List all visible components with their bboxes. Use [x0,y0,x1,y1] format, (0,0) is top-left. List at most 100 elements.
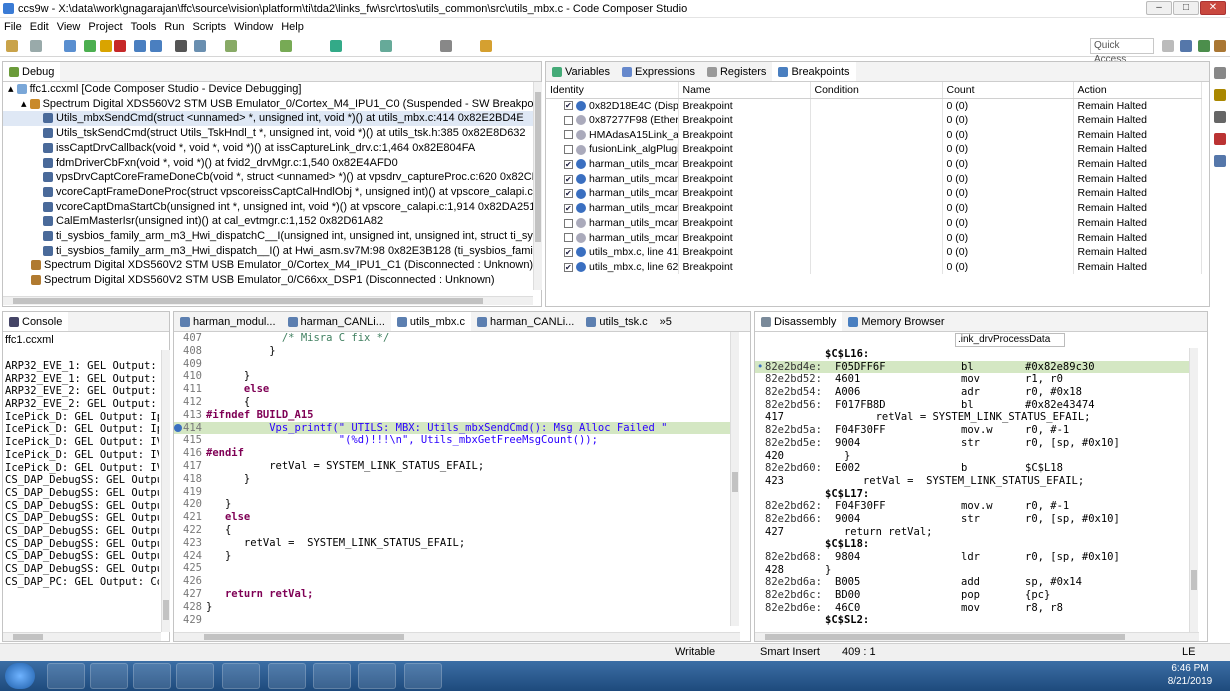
disasm-source-line[interactable]: 417 retVal = SYSTEM_LINK_STATUS_EFAIL; [755,411,1189,424]
breakpoint-row[interactable]: harman_utils_mcan_pBreakpoint 0 (0)Remain… [546,215,1202,231]
tree-other-core[interactable]: Spectrum Digital XDS560V2 STM USB Emulat… [3,273,533,288]
disassembly-listing[interactable]: $C$L16: 82e2bd4e: F05DFF6F bl #0x82e89c30 • 82… [755,348,1189,626]
close-button[interactable]: ✕ [1200,1,1226,15]
code-line[interactable]: 410 } [174,370,730,383]
disasm-label[interactable]: $C$L16: [755,348,1189,361]
stack-frame[interactable]: ti_sysbios_family_arm_m3_Hwi_dispatchC__… [3,229,533,244]
stack-frame[interactable]: CalEmMasterIsr(unsigned int)() at cal_ev… [3,214,533,229]
code-line[interactable]: 413 #ifndef BUILD_A15 [174,409,730,422]
disasm-instruction[interactable]: 82e2bd62: F04F30FF mov.w r0, #-1 [755,500,1189,513]
code-line[interactable]: 407 /* Misra C fix */ [174,332,730,345]
breakpoint-enable-checkbox[interactable] [564,233,573,243]
code-line[interactable]: 412 { [174,396,730,409]
stack-frame[interactable]: vcoreCaptFrameDoneProc(struct vpscoreiss… [3,185,533,200]
tab-overflow[interactable]: »5 [654,312,678,331]
network-tool-icon[interactable] [358,663,396,689]
stack-frame[interactable]: Utils_mbxSendCmd(struct <unnamed> *, uns… [3,111,533,127]
editor-scrollbar-h[interactable] [174,632,740,641]
breakpoint-enable-checkbox[interactable] [564,246,573,260]
disasm-source-line[interactable]: 423 retVal = SYSTEM_LINK_STATUS_EFAIL; [755,475,1189,488]
code-line[interactable]: 423 retVal = SYSTEM_LINK_STATUS_EFAIL; [174,537,730,550]
trim-icon[interactable] [1214,67,1226,79]
stack-frame[interactable]: Utils_tskSendCmd(struct Utils_TskHndl_t … [3,126,533,141]
build-icon[interactable] [280,40,292,52]
expand-icon[interactable]: ▴ [8,83,17,95]
disasm-instruction[interactable]: 82e2bd56: F017FB8D bl #0x82e43474 [755,399,1189,412]
tab-variables[interactable]: Variables [546,62,616,81]
ccs-edit-perspective-icon[interactable] [1180,40,1192,52]
search-icon[interactable] [440,40,452,52]
disasm-instruction[interactable]: 82e2bd52: 4601 mov r1, r0 [755,373,1189,386]
debug-scrollbar-v[interactable] [533,82,542,290]
explorer-icon[interactable] [176,663,214,689]
console-scrollbar-v[interactable] [161,350,170,632]
tree-root[interactable]: ▴ ffc1.ccxml [Code Composer Studio - Dev… [3,82,533,97]
disasm-label[interactable]: $C$L18: [755,538,1189,551]
new-icon[interactable] [6,40,18,52]
code-line[interactable]: 409 [174,358,730,371]
breakpoint-row[interactable]: fusionLink_algPlugin.Breakpoint 0 (0)Rema… [546,142,1202,157]
disasm-label[interactable]: $C$L17: [755,488,1189,501]
col-condition[interactable]: Condition [810,82,943,99]
maximize-button[interactable]: □ [1173,1,1199,15]
breakpoint-enable-checkbox[interactable] [564,261,573,274]
run-icon[interactable] [84,40,96,52]
quick-access-input[interactable]: Quick Access [1090,38,1154,65]
start-button-icon[interactable] [5,663,35,689]
pin-icon[interactable] [480,40,492,52]
tab-disassembly[interactable]: Disassembly [755,312,843,331]
debug-perspective-icon[interactable] [1198,40,1210,52]
breakpoint-row[interactable]: harman_utils_mcan_pBreakpoint 0 (0)Remain… [546,156,1202,172]
tab-utils-mbx[interactable]: utils_mbx.c [390,312,471,331]
tab-harman-modul[interactable]: harman_modul... [174,312,282,331]
tab-harman-canli-2[interactable]: harman_CANLi... [471,312,580,331]
breakpoint-row[interactable]: harman_utils_mcan_pBreakpoint 0 (0)Remain… [546,171,1202,187]
menu-scripts[interactable]: Scripts [192,21,226,33]
code-line[interactable]: 419 [174,486,730,499]
breakpoint-enable-checkbox[interactable] [564,187,573,201]
stack-frame[interactable]: ti_sysbios_family_arm_m3_Hwi_dispatch__I… [3,244,533,259]
menu-help[interactable]: Help [281,21,304,33]
code-line[interactable]: 421 else [174,511,730,524]
disasm-instruction[interactable]: 82e2bd6c: BD00 pop {pc} [755,589,1189,602]
code-line[interactable]: 414 Vps_printf(" UTILS: MBX: Utils_mbxSe… [174,421,730,435]
debug-scrollbar-h[interactable] [3,296,533,305]
memory-icon[interactable] [194,40,206,52]
trim-icon[interactable] [1214,89,1226,101]
disasm-instruction[interactable]: 82e2bd6a: B005 add sp, #0x14 [755,576,1189,589]
breakpoint-enable-checkbox[interactable] [564,130,573,140]
clock-time[interactable]: 6:46 PM [1160,663,1220,674]
resume-icon[interactable] [64,40,76,52]
disasm-instruction[interactable]: 82e2bd6e: 46C0 mov r8, r8 [755,602,1189,615]
menu-run[interactable]: Run [164,21,184,33]
code-line[interactable]: 420 } [174,498,730,511]
disasm-instruction[interactable]: 82e2bd60: E002 b $C$L18 [755,462,1189,475]
code-line[interactable]: 427 return retVal; [174,588,730,601]
breakpoint-enable-checkbox[interactable] [564,173,573,186]
code-line[interactable]: 416 #endif [174,447,730,460]
flash-icon[interactable] [330,40,342,52]
breakpoint-enable-checkbox[interactable] [564,145,573,155]
other-perspective-icon[interactable] [1214,40,1226,52]
editor-scrollbar-v[interactable] [730,332,739,626]
terminate-icon[interactable] [114,40,126,52]
menu-edit[interactable]: Edit [30,21,49,33]
code-line[interactable]: 422 { [174,524,730,537]
breakpoint-row[interactable]: harman_utils_mcan_pBreakpoint 0 (0)Remain… [546,230,1202,245]
disasm-instruction[interactable]: 82e2bd5a: F04F30FF mov.w r0, #-1 [755,424,1189,437]
disasm-label[interactable]: $C$SL2: [755,614,1189,626]
breakpoint-enable-checkbox[interactable] [564,99,573,113]
disasm-instruction[interactable]: 82e2bd54: A006 adr r0, #0x18 [755,386,1189,399]
tree-core[interactable]: ▴ Spectrum Digital XDS560V2 STM USB Emul… [3,97,533,112]
can-tool-icon[interactable] [313,663,351,689]
breakpoint-marker-icon[interactable] [174,423,182,432]
trim-icon[interactable] [1214,133,1226,145]
col-count[interactable]: Count [942,82,1074,99]
menu-window[interactable]: Window [234,21,273,33]
code-line[interactable]: 424 } [174,550,730,563]
suspend-icon[interactable] [100,40,112,52]
col-name[interactable]: Name [678,82,811,99]
location-input[interactable]: .ink_drvProcessData [955,333,1065,347]
app-cube-icon[interactable] [404,663,442,689]
disasm-instruction[interactable]: 82e2bd68: 9804 ldr r0, [sp, #0x10] [755,551,1189,564]
